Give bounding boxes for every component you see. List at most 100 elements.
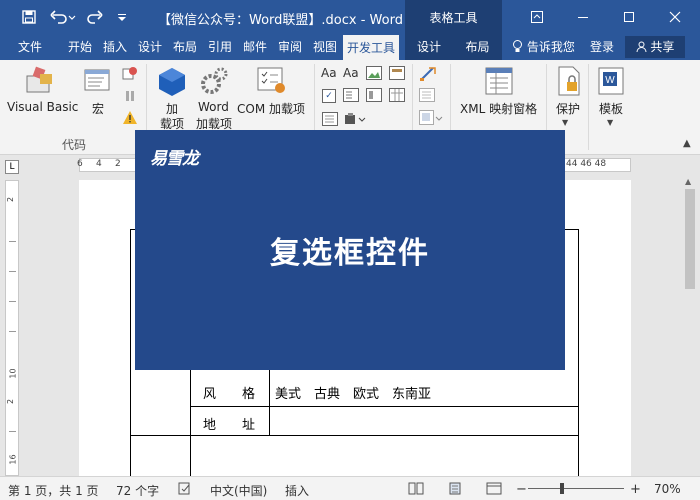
redo-icon[interactable]: [84, 7, 106, 27]
macro-icon[interactable]: [84, 68, 112, 97]
tab-design[interactable]: 设计: [133, 34, 167, 60]
tab-table-design[interactable]: 设计: [405, 34, 453, 60]
ruler-tick: [9, 271, 16, 272]
com-addins-icon[interactable]: [256, 66, 288, 99]
customize-toolbar-icon[interactable]: [114, 7, 130, 27]
share-label: 共享: [650, 40, 675, 54]
language-indicator[interactable]: 中文(中国): [210, 482, 267, 499]
read-mode-icon[interactable]: [408, 482, 424, 498]
lightbulb-icon: [512, 40, 527, 54]
zoom-slider[interactable]: [528, 488, 624, 489]
template-dropdown-icon[interactable]: ▼: [607, 118, 613, 127]
ruler-number: 4: [96, 159, 102, 169]
tab-references[interactable]: 引用: [203, 34, 237, 60]
tab-mailings[interactable]: 邮件: [238, 34, 272, 60]
proofing-icon[interactable]: [178, 482, 192, 498]
checkbox-control-icon[interactable]: ✓: [322, 89, 336, 103]
group-control-icon[interactable]: [419, 110, 443, 129]
combo-box-control-icon[interactable]: [343, 88, 359, 105]
design-mode-icon[interactable]: [419, 66, 437, 85]
tab-insert[interactable]: 插入: [98, 34, 132, 60]
undo-icon[interactable]: [48, 7, 78, 27]
document-title: 【微信公众号：Word联盟】.docx - Word: [158, 13, 403, 28]
xml-mapping-pane-button[interactable]: XML 映射窗格: [460, 100, 537, 117]
tab-developer[interactable]: 开发工具: [343, 34, 399, 60]
ruler-number: 44 46 48: [566, 159, 607, 169]
table-tools-context-label: 表格工具: [405, 0, 502, 34]
scrollbar-thumb[interactable]: [685, 189, 695, 289]
ruler-number: 2: [115, 159, 121, 169]
date-picker-control-icon[interactable]: [389, 88, 405, 105]
address-label-cell: 地 址: [203, 418, 256, 433]
building-block-control-icon[interactable]: [389, 66, 405, 83]
page-count[interactable]: 第 1 页，共 1 页: [8, 482, 99, 499]
word-addins-icon[interactable]: [200, 66, 230, 99]
vertical-ruler[interactable]: 2 10 2 16: [5, 180, 19, 476]
protect-icon[interactable]: [556, 66, 582, 99]
word-count[interactable]: 72 个字: [116, 482, 159, 499]
ruler-tick: [9, 431, 16, 432]
tab-table-layout[interactable]: 布局: [453, 34, 502, 60]
legacy-tools-icon[interactable]: [344, 112, 366, 129]
title-banner: 易雪龙 复选框控件: [135, 130, 565, 370]
vertical-scrollbar[interactable]: ▲: [680, 175, 700, 476]
macro-button[interactable]: 宏: [92, 100, 104, 117]
brand-logo-text: 易雪龙: [150, 149, 199, 169]
scroll-up-icon[interactable]: ▲: [685, 177, 691, 186]
status-bar: 第 1 页，共 1 页 72 个字 中文(中国) 插入 − + 70%: [0, 476, 700, 500]
record-macro-icon[interactable]: [122, 66, 138, 85]
visual-basic-button[interactable]: Visual Basic: [7, 100, 78, 114]
zoom-level[interactable]: 70%: [654, 482, 681, 496]
print-layout-icon[interactable]: [447, 482, 463, 498]
tab-file[interactable]: 文件: [10, 34, 50, 60]
save-icon[interactable]: [18, 7, 40, 27]
pause-macro-icon[interactable]: [122, 88, 138, 107]
banner-headline: 复选框控件: [270, 236, 430, 271]
ruler-number: 6: [77, 159, 83, 169]
table-border: [269, 370, 270, 436]
tell-me-box[interactable]: 告诉我您: [512, 34, 575, 60]
template-icon[interactable]: W: [597, 66, 625, 99]
ruler-tick: [9, 331, 16, 332]
xml-mapping-pane-icon[interactable]: [484, 66, 514, 99]
share-button[interactable]: 共享: [625, 36, 685, 58]
template-button[interactable]: 模板: [599, 100, 623, 117]
properties-icon[interactable]: [419, 88, 435, 105]
word-addins-label-line1[interactable]: Word: [198, 100, 229, 114]
tab-view[interactable]: 视图: [308, 34, 342, 60]
macro-security-icon[interactable]: [122, 110, 138, 129]
com-addins-button[interactable]: COM 加载项: [237, 100, 305, 117]
ruler-tick: [9, 241, 16, 242]
minimize-icon[interactable]: [560, 0, 606, 34]
ruler-number: 2: [6, 196, 16, 203]
dropdown-list-control-icon[interactable]: [366, 88, 382, 105]
protect-button[interactable]: 保护: [556, 100, 580, 117]
addins-icon[interactable]: [157, 66, 187, 101]
web-layout-icon[interactable]: [486, 482, 502, 498]
picture-control-icon[interactable]: [366, 66, 382, 83]
tab-home[interactable]: 开始: [62, 34, 98, 60]
zoom-out-icon[interactable]: −: [516, 482, 527, 497]
ribbon-separator: [588, 64, 589, 150]
style-options-cell[interactable]: 美式 古典 欧式 东南亚: [275, 383, 431, 402]
repeating-section-control-icon[interactable]: [322, 112, 338, 129]
ribbon-tabs: 文件 开始 插入 设计 布局 引用 邮件 审阅 视图 开发工具 设计 布局 告诉…: [0, 34, 700, 60]
collapse-ribbon-icon[interactable]: ▲: [683, 138, 691, 149]
visual-basic-icon[interactable]: [24, 66, 56, 99]
sign-in-link[interactable]: 登录: [590, 34, 614, 60]
ribbon-display-options-icon[interactable]: [514, 0, 560, 34]
tab-review[interactable]: 审阅: [273, 34, 307, 60]
insert-mode-indicator[interactable]: 插入: [285, 482, 309, 499]
rich-text-control-icon[interactable]: Aa: [321, 66, 337, 80]
maximize-icon[interactable]: [606, 0, 652, 34]
plain-text-control-icon[interactable]: Aa: [343, 66, 359, 80]
table-border: [190, 406, 579, 407]
tab-layout[interactable]: 布局: [168, 34, 202, 60]
zoom-in-icon[interactable]: +: [630, 482, 641, 497]
close-icon[interactable]: [652, 0, 698, 34]
tab-selector[interactable]: L: [5, 160, 19, 174]
zoom-slider-thumb[interactable]: [560, 483, 564, 494]
ruler-tick: [9, 301, 16, 302]
style-label-cell: 风 格: [203, 387, 256, 402]
protect-dropdown-icon[interactable]: ▼: [562, 118, 568, 127]
